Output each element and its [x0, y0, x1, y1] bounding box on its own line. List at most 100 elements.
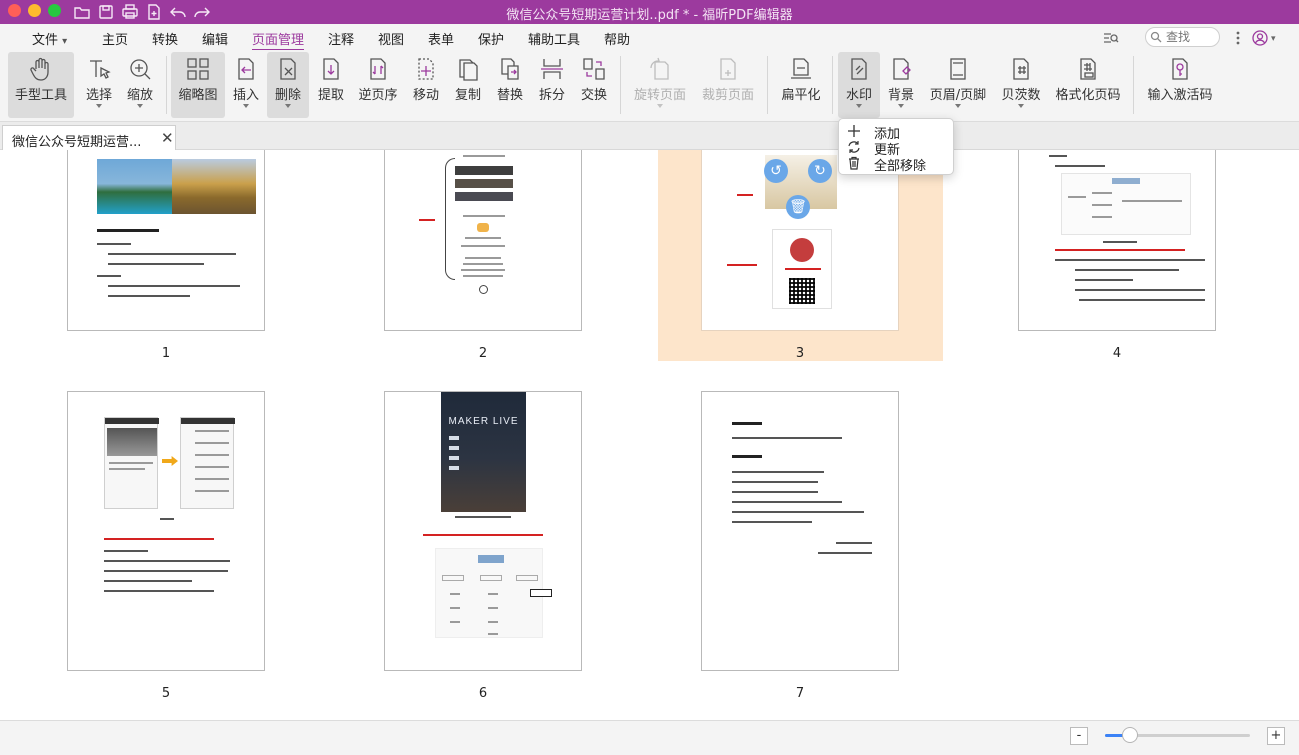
page-thumbnail[interactable] — [701, 391, 899, 671]
move-page-button[interactable]: 移动 — [410, 52, 442, 118]
text-line — [1092, 204, 1112, 206]
watermark-add-item[interactable]: 添加 — [847, 123, 951, 142]
zoom-out-button[interactable]: - — [1070, 727, 1088, 745]
rotate-right-icon[interactable]: ↻ — [808, 159, 832, 183]
page-thumbnail[interactable]: ↺ ↻ 🗑 — [701, 150, 899, 331]
menu-file[interactable]: 文件 ▾ — [32, 29, 67, 48]
menu-view[interactable]: 视图 — [378, 29, 404, 48]
header-footer-icon — [945, 56, 971, 82]
menu-help[interactable]: 帮助 — [604, 29, 630, 48]
title-bar: 微信公众号短期运营计划..pdf * - 福昕PDF编辑器 — [0, 0, 1299, 24]
text-line — [97, 243, 131, 245]
text-line — [732, 511, 864, 513]
trash-icon[interactable]: 🗑 — [786, 195, 810, 219]
replace-page-button[interactable]: 替换 — [494, 52, 526, 118]
diagram-image — [1061, 173, 1191, 235]
extract-page-icon — [318, 56, 344, 82]
zoom-tool-button[interactable]: 缩放 — [122, 52, 158, 118]
window-title: 微信公众号短期运营计划..pdf * - 福昕PDF编辑器 — [506, 8, 793, 23]
watermark-button[interactable]: 水印 — [838, 52, 880, 118]
thumbnail-button[interactable]: 缩略图 — [171, 52, 225, 118]
watermark-update-item[interactable]: 更新 — [847, 139, 951, 158]
format-page-number-button[interactable]: 格式化页码 — [1052, 52, 1124, 118]
hand-tool-button[interactable]: 手型工具 — [8, 52, 74, 118]
menu-comment[interactable]: 注释 — [328, 29, 354, 48]
menu-file-label: 文件 — [32, 33, 59, 48]
chevron-down-icon — [1018, 104, 1024, 108]
menu-page-management[interactable]: 页面管理 — [252, 29, 305, 51]
search-input[interactable] — [1166, 30, 1220, 44]
text-line — [1055, 259, 1205, 261]
text-line — [732, 521, 812, 523]
search-box[interactable] — [1145, 27, 1220, 47]
qr-card — [772, 229, 832, 309]
chevron-down-icon — [243, 104, 249, 108]
header-footer-button[interactable]: 页眉/页脚 — [926, 52, 990, 118]
extract-page-button[interactable]: 提取 — [314, 52, 348, 118]
chevron-down-icon — [96, 104, 102, 108]
menu-home[interactable]: 主页 — [102, 29, 128, 48]
copy-page-button[interactable]: 复制 — [452, 52, 484, 118]
thumbnail-workspace[interactable]: 1 2 ↺ ↻ 🗑 3 4 5 MAKER LIVE 6 7 — [0, 150, 1299, 720]
text-line — [109, 462, 153, 464]
text-line — [1068, 196, 1086, 198]
text-line — [450, 621, 460, 623]
insert-page-label: 插入 — [232, 88, 259, 103]
rotate-page-icon — [647, 56, 673, 82]
chevron-down-icon[interactable]: ▾ — [1271, 34, 1276, 44]
text-line — [732, 491, 818, 493]
crop-page-button[interactable]: 裁剪页面 — [698, 52, 758, 118]
text-line — [104, 550, 148, 552]
rotate-left-icon[interactable]: ↺ — [764, 159, 788, 183]
close-icon[interactable]: ✕ — [161, 129, 174, 147]
background-button[interactable]: 背景 — [884, 52, 918, 118]
menu-form[interactable]: 表单 — [428, 29, 454, 48]
menu-accessibility[interactable]: 辅助工具 — [528, 29, 580, 48]
watermark-remove-all-item[interactable]: 全部移除 — [847, 155, 951, 174]
more-options-icon[interactable] — [1229, 29, 1247, 47]
activation-code-button[interactable]: 输入激活码 — [1144, 52, 1216, 118]
phone-header — [181, 418, 235, 424]
menu-protect[interactable]: 保护 — [478, 29, 504, 48]
insert-page-button[interactable]: 插入 — [230, 52, 262, 118]
page-thumbnail[interactable]: MAKER LIVE — [384, 391, 582, 671]
poster-line — [449, 436, 459, 440]
menu-bar: 文件 ▾ 主页 转换 编辑 页面管理 注释 视图 表单 保护 辅助工具 帮助 ▾ — [0, 24, 1299, 51]
reverse-order-button[interactable]: 逆页序 — [356, 52, 400, 118]
zoom-in-button[interactable]: + — [1267, 727, 1285, 745]
page-thumbnail[interactable] — [384, 150, 582, 331]
search-icon — [1150, 31, 1162, 43]
delete-page-button[interactable]: 删除 — [267, 52, 309, 118]
text-line — [104, 538, 214, 540]
zoom-slider-handle[interactable] — [1122, 727, 1138, 743]
flatten-button[interactable]: 扁平化 — [778, 52, 824, 118]
page-thumbnail[interactable] — [67, 391, 265, 671]
search-options-icon[interactable] — [1102, 29, 1120, 47]
split-document-button[interactable]: 拆分 — [536, 52, 568, 118]
text-line — [1055, 165, 1105, 167]
user-account-icon[interactable] — [1251, 29, 1269, 47]
replace-page-label: 替换 — [496, 88, 523, 103]
bates-number-button[interactable]: 贝茨数 — [998, 52, 1044, 118]
mindmap-node — [478, 555, 504, 563]
header-footer-label: 页眉/页脚 — [929, 88, 987, 103]
select-tool-button[interactable]: 选择 — [80, 52, 118, 118]
text-line — [104, 570, 228, 572]
text-line — [463, 263, 503, 265]
chevron-down-icon — [898, 104, 904, 108]
text-line — [1075, 289, 1205, 291]
page-thumbnail[interactable] — [67, 150, 265, 331]
move-page-icon — [413, 56, 439, 82]
page-thumbnail[interactable] — [1018, 150, 1216, 331]
menu-edit[interactable]: 编辑 — [202, 29, 228, 48]
text-line — [732, 501, 842, 503]
hand-icon — [28, 56, 54, 82]
text-line — [195, 466, 229, 468]
document-tab[interactable]: 微信公众号短期运营... ✕ — [2, 125, 176, 150]
bates-number-icon — [1008, 56, 1034, 82]
menu-convert[interactable]: 转换 — [152, 29, 178, 48]
swap-pages-button[interactable]: 交换 — [578, 52, 610, 118]
rotate-page-button[interactable]: 旋转页面 — [630, 52, 690, 118]
text-line — [195, 490, 229, 492]
text-line — [465, 237, 501, 239]
